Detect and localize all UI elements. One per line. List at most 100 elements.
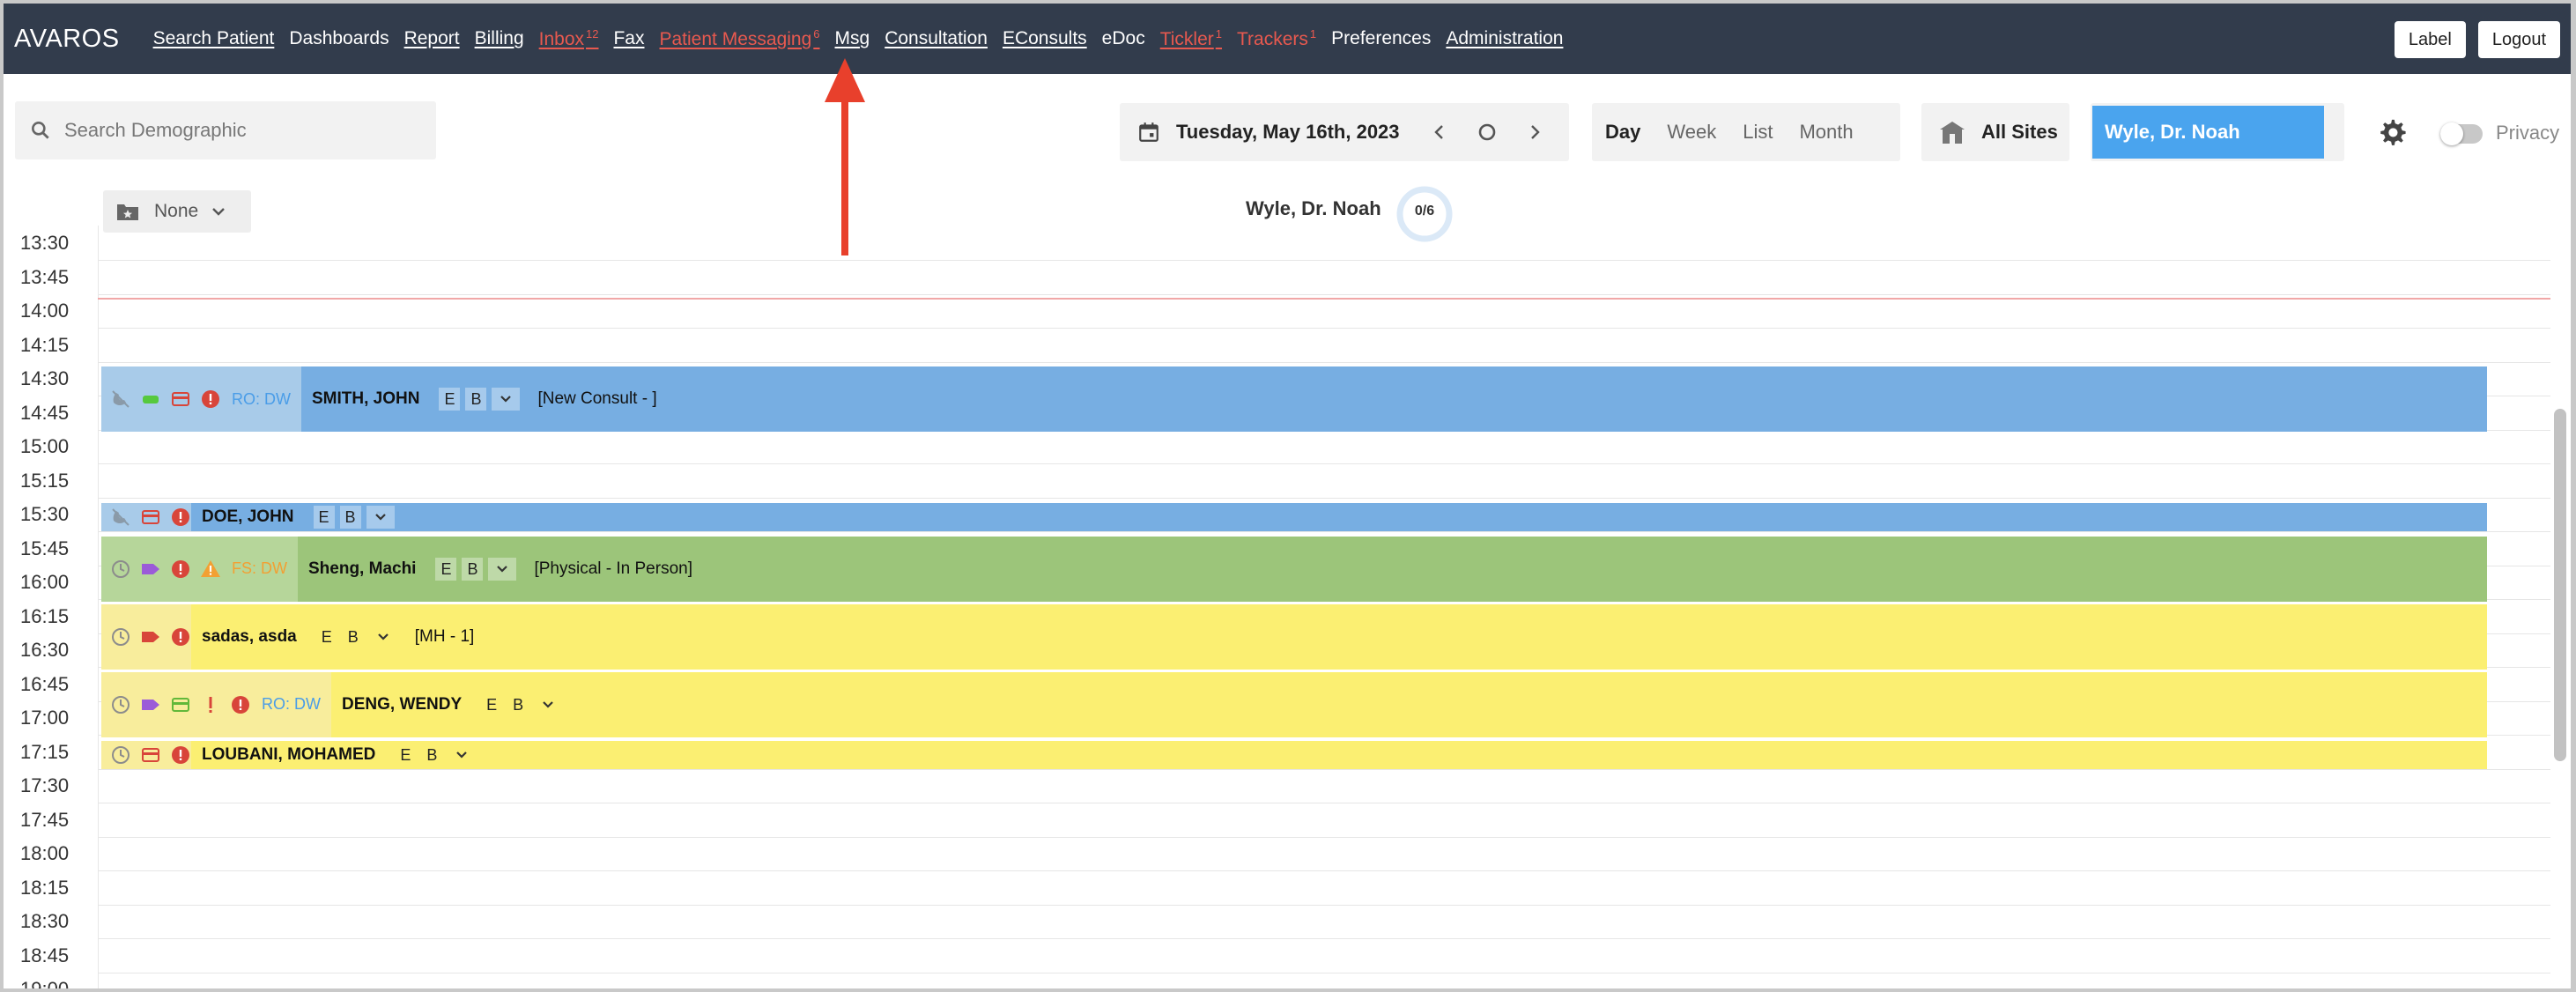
phone-off-icon[interactable] [110,389,131,410]
alert-icon[interactable] [170,626,191,648]
clock-icon[interactable] [110,744,131,766]
view-list-button[interactable]: List [1729,121,1786,144]
appointment-row[interactable]: DOE, JOHN E B [101,503,2487,531]
clock-icon[interactable] [110,559,131,580]
nav-badge: 12 [586,27,599,41]
nav-item-report[interactable]: Report [404,28,460,49]
current-date[interactable]: Tuesday, May 16th, 2023 [1176,121,1407,144]
card-icon[interactable] [140,507,161,528]
nav-item-edoc[interactable]: eDoc [1102,28,1145,49]
clock-icon[interactable] [110,626,131,648]
alert-icon[interactable] [170,744,191,766]
patient-name-link[interactable]: Sheng, Machi [308,559,416,579]
encounter-button[interactable]: E [316,626,337,648]
calendar-icon[interactable] [1137,121,1160,144]
billing-button[interactable]: B [339,506,361,529]
time-slot-row[interactable] [98,260,2550,261]
appointment-menu-button[interactable] [448,744,476,766]
site-selector[interactable]: All Sites [1921,103,2069,161]
encounter-button[interactable]: E [313,506,335,529]
encounter-button[interactable]: E [435,557,457,581]
time-slot-row[interactable] [98,463,2550,464]
time-slot-row[interactable] [98,361,2550,363]
nav-item-inbox[interactable]: Inbox 12 [539,27,599,50]
patient-name-link[interactable]: DOE, JOHN [202,507,294,527]
alert-icon[interactable] [200,389,221,410]
nav-item-administration[interactable]: Administration [1446,28,1563,49]
provider-selected[interactable]: Wyle, Dr. Noah [2092,106,2324,159]
nav-item-search-patient[interactable]: Search Patient [153,28,275,49]
logout-button[interactable]: Logout [2477,21,2560,58]
provider-selector[interactable]: Wyle, Dr. Noah [2091,103,2344,161]
exclaim-icon[interactable] [200,694,221,715]
nav-item-preferences[interactable]: Preferences [1331,28,1431,49]
search-input[interactable] [64,119,417,142]
nav-item-econsults[interactable]: EConsults [1003,28,1087,49]
appointment-menu-button[interactable] [534,693,562,716]
nav-item-patient-messaging[interactable]: Patient Messaging 6 [660,27,820,50]
patient-name-link[interactable]: sadas, asda [202,627,297,647]
today-button[interactable] [1472,117,1502,147]
clock-icon[interactable] [110,694,131,715]
green-card-icon[interactable] [170,694,191,715]
time-slot-row[interactable] [98,870,2550,871]
card-icon[interactable] [140,744,161,766]
patient-name-link[interactable]: DENG, WENDY [342,695,462,714]
billing-button[interactable]: B [343,626,364,648]
time-slot-row[interactable] [98,531,2550,532]
nav-item-tickler[interactable]: Tickler 1 [1160,27,1222,50]
next-day-button[interactable] [1520,117,1550,147]
patient-name-link[interactable]: SMITH, JOHN [312,389,419,409]
nav-item-msg[interactable]: Msg [835,28,870,49]
time-slot-row[interactable] [98,768,2550,770]
billing-button[interactable]: B [421,744,442,766]
label-button[interactable]: Label [2394,21,2466,58]
time-slot-row[interactable] [98,293,2550,295]
view-month-button[interactable]: Month [1786,121,1866,144]
appointment-row[interactable]: RO: DW DENG, WENDY E B [101,671,2487,737]
nav-item-consultation[interactable]: Consultation [885,28,988,49]
vertical-scrollbar[interactable] [2554,409,2566,761]
brand-logo[interactable]: AVAROS [14,25,120,54]
phone-off-icon[interactable] [110,507,131,528]
time-slot-row[interactable] [98,938,2550,939]
day-schedule-grid[interactable]: 13:30 13:45 14:00 14:15 14:30 14:45 15:00 15:15… [4,226,2571,988]
appointment-row[interactable]: LOUBANI, MOHAMED E B [101,740,2487,769]
nav-item-billing[interactable]: Billing [475,28,524,49]
alert-icon[interactable] [170,559,191,580]
encounter-button[interactable]: E [481,693,502,716]
view-week-button[interactable]: Week [1654,121,1729,144]
appointment-row[interactable]: FS: DW Sheng, Machi E B [Physical - In Perso… [101,536,2487,602]
billing-button[interactable]: B [465,388,487,411]
time-slot-row[interactable] [98,836,2550,838]
nav-item-dashboards[interactable]: Dashboards [289,28,389,49]
green-pill-icon[interactable] [140,389,161,410]
billing-button[interactable]: B [507,693,529,716]
purple-tag-icon[interactable] [140,694,161,715]
billing-button[interactable]: B [462,557,484,581]
appointment-menu-button[interactable] [492,388,521,411]
appointment-menu-button[interactable] [488,557,517,581]
appointment-row[interactable]: sadas, asda E B [MH - 1] [101,603,2487,670]
appointment-menu-button[interactable] [366,506,395,529]
time-slot-row[interactable] [98,497,2550,499]
gear-icon[interactable] [2377,117,2407,147]
warning-icon[interactable] [200,559,221,580]
time-slot-row[interactable] [98,328,2550,329]
alert-icon[interactable] [170,507,191,528]
privacy-toggle[interactable] [2440,122,2483,145]
encounter-button[interactable]: E [395,744,416,766]
nav-item-fax[interactable]: Fax [613,28,644,49]
red-tag-icon[interactable] [140,626,161,648]
previous-day-button[interactable] [1425,117,1455,147]
time-slot-row[interactable] [98,904,2550,906]
encounter-button[interactable]: E [439,388,461,411]
appointment-row[interactable]: RO: DW SMITH, JOHN E B [New Consult - ] [101,366,2487,432]
view-day-button[interactable]: Day [1592,121,1654,144]
appointment-menu-button[interactable] [369,626,397,648]
purple-tag-icon[interactable] [140,559,161,580]
nav-item-trackers[interactable]: Trackers 1 [1237,27,1316,50]
patient-name-link[interactable]: LOUBANI, MOHAMED [202,745,375,765]
alert-icon[interactable] [230,694,251,715]
card-icon[interactable] [170,389,191,410]
